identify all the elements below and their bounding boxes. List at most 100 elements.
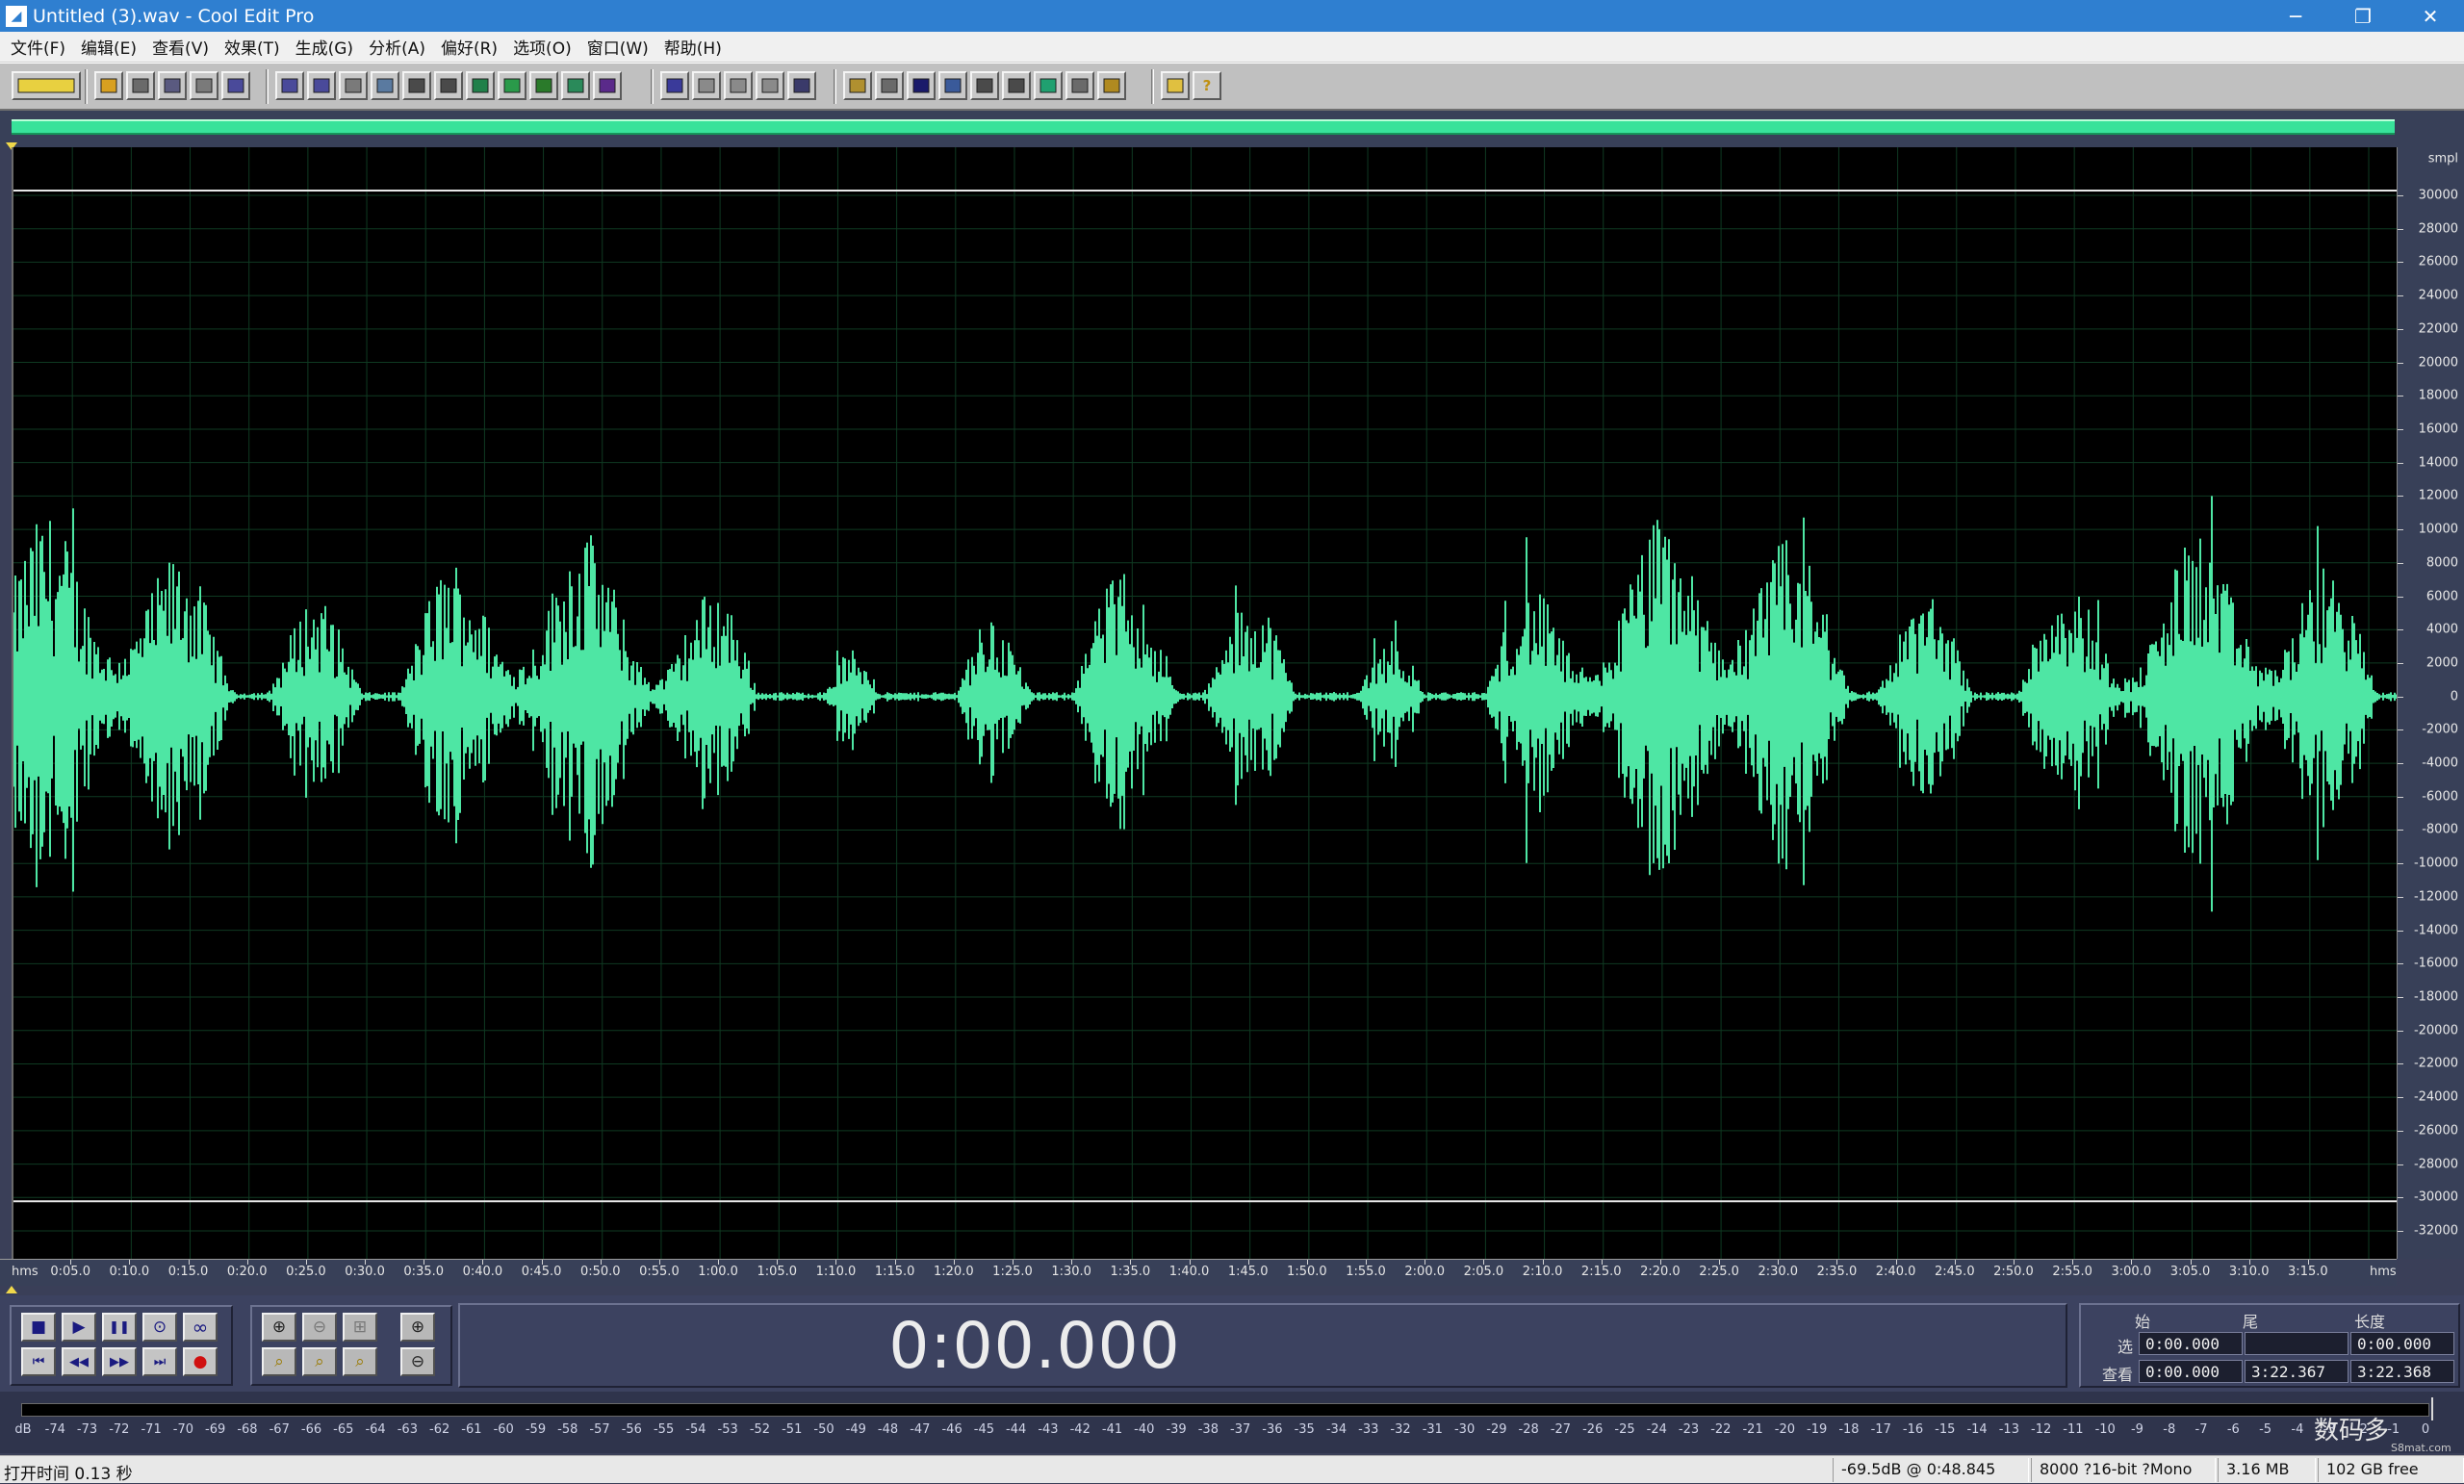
menu-effects[interactable]: 效果(T) [219,35,291,59]
go-end-button[interactable]: ⏭ [142,1347,177,1376]
time-015-icon[interactable] [970,71,999,100]
grid-c-icon[interactable] [756,71,784,100]
menu-analyze[interactable]: 分析(A) [364,35,436,59]
fast-forward-button[interactable]: ▶▶ [102,1347,137,1376]
repeat-icon[interactable] [339,71,368,100]
toolbar-separator [85,69,88,104]
waveform-svg[interactable] [13,147,2397,1259]
meter-scale-label: -74 [44,1422,65,1437]
selection-length-field[interactable]: 0:00.000 [2350,1332,2454,1355]
view-begin-field[interactable]: 0:00.000 [2139,1360,2243,1383]
time-tick-label: 3:15.0 [2288,1265,2328,1279]
meter-scale-label: -26 [1582,1422,1604,1437]
open-file-icon[interactable] [126,71,155,100]
zoom-full-button[interactable]: ⊞ [343,1313,377,1342]
meter-scale-label: -54 [685,1422,706,1437]
grid-b-icon[interactable] [724,71,753,100]
paste-icon[interactable] [402,71,431,100]
menu-file[interactable]: 文件(F) [6,35,76,59]
menu-help[interactable]: 帮助(H) [659,35,732,59]
menu-favorites[interactable]: 偏好(R) [436,35,508,59]
zoom-left-button[interactable]: ⌕ [302,1347,337,1376]
play-view-icon[interactable] [907,71,936,100]
view-e-icon[interactable] [1034,71,1063,100]
length-header: 长度 [2354,1313,2386,1331]
zoom-selection-button[interactable]: ⌕ [262,1347,296,1376]
cut-icon[interactable] [434,71,463,100]
meter-scale-label: -31 [1422,1422,1443,1437]
view-c-icon[interactable] [875,71,904,100]
end-marker-icon[interactable] [6,1286,17,1293]
time-tick-label: 0:25.0 [286,1265,326,1279]
new-file-icon[interactable] [94,71,123,100]
menu-options[interactable]: 选项(O) [508,35,582,59]
view-f-icon[interactable] [1065,71,1094,100]
record-button[interactable]: ● [183,1347,218,1376]
level-meter-bar [21,1403,2429,1417]
waveform-trace[interactable] [13,496,2397,912]
minimize-button[interactable]: ─ [2262,0,2329,32]
pause-button[interactable]: ❚❚ [102,1313,137,1342]
play-to-end-button[interactable]: ⊙ [142,1313,177,1342]
time-tick-label: 1:40.0 [1168,1265,1210,1279]
y-tick-label: -6000 [2422,789,2458,805]
scan-icon[interactable] [938,71,967,100]
undo-icon[interactable] [275,71,304,100]
y-tick-label: 30000 [2418,188,2458,203]
y-tick-mark [2398,662,2403,664]
save-as-icon[interactable] [190,71,218,100]
menu-edit[interactable]: 编辑(E) [76,35,147,59]
meter-scale-label: -15 [1935,1422,1956,1437]
y-tick-label: -4000 [2422,755,2458,771]
mix-paste-icon[interactable] [498,71,526,100]
time-ruler[interactable]: hms hms 0:05.0 0:10.0 0:15.0 0:20.0 0:25.0 0:… [0,1259,2397,1286]
zoom-out-vertical-button[interactable]: ⊖ [400,1347,435,1376]
loop-button[interactable]: ∞ [183,1313,218,1342]
zoom-out-horizontal-button[interactable]: ⊖ [302,1313,337,1342]
redo-icon[interactable] [307,71,336,100]
meter-scale-label: -39 [1166,1422,1187,1437]
time-tick-mark [777,1260,779,1265]
spectral-icon[interactable] [593,71,622,100]
grid-a-icon[interactable] [692,71,721,100]
selection-end-field[interactable] [2245,1332,2348,1355]
menu-window[interactable]: 窗口(W) [582,35,659,59]
overview-range[interactable] [12,119,2395,135]
zoom-in-horizontal-button[interactable]: ⊕ [262,1313,296,1342]
menu-generate[interactable]: 生成(G) [291,35,364,59]
menu-view[interactable]: 查看(V) [147,35,219,59]
save-icon[interactable] [158,71,187,100]
close-button[interactable]: ✕ [2397,0,2464,32]
play-button[interactable]: ▶ [62,1313,96,1342]
zoom-right-button[interactable]: ⌕ [343,1347,377,1376]
waveform-display[interactable] [12,147,2397,1259]
trim-icon[interactable] [466,71,495,100]
multitrack-icon[interactable] [12,71,81,100]
view-a-icon[interactable] [787,71,816,100]
time-tick-mark [1366,1260,1368,1265]
stop-button[interactable]: ■ [21,1313,56,1342]
overview-bar[interactable] [0,111,2464,150]
close-file-icon[interactable] [221,71,250,100]
edit-marker-icon[interactable] [660,71,689,100]
settings-icon[interactable] [1097,71,1126,100]
meter-scale-label: -4 [2291,1422,2304,1437]
rewind-button[interactable]: ◀◀ [62,1347,96,1376]
view-length-field[interactable]: 3:22.368 [2350,1360,2454,1383]
zoom-tool-icon[interactable] [561,71,590,100]
help-icon[interactable]: ? [1193,71,1221,100]
zoom-in-vertical-button[interactable]: ⊕ [400,1313,435,1342]
time-tick-label: 2:15.0 [1580,1265,1622,1279]
y-tick-mark [2398,596,2403,598]
insert-icon[interactable] [529,71,558,100]
view-b-icon[interactable] [843,71,872,100]
view-end-field[interactable]: 3:22.367 [2245,1360,2348,1383]
fx-icon[interactable] [1161,71,1190,100]
time-tick-label: 2:55.0 [2052,1265,2092,1279]
copy-icon[interactable] [371,71,399,100]
selection-begin-field[interactable]: 0:00.000 [2139,1332,2243,1355]
maximize-button[interactable]: ❐ [2329,0,2397,32]
go-start-button[interactable]: ⏮ [21,1347,56,1376]
view-d-icon[interactable] [1002,71,1031,100]
time-tick-label: 2:40.0 [1875,1265,1916,1279]
